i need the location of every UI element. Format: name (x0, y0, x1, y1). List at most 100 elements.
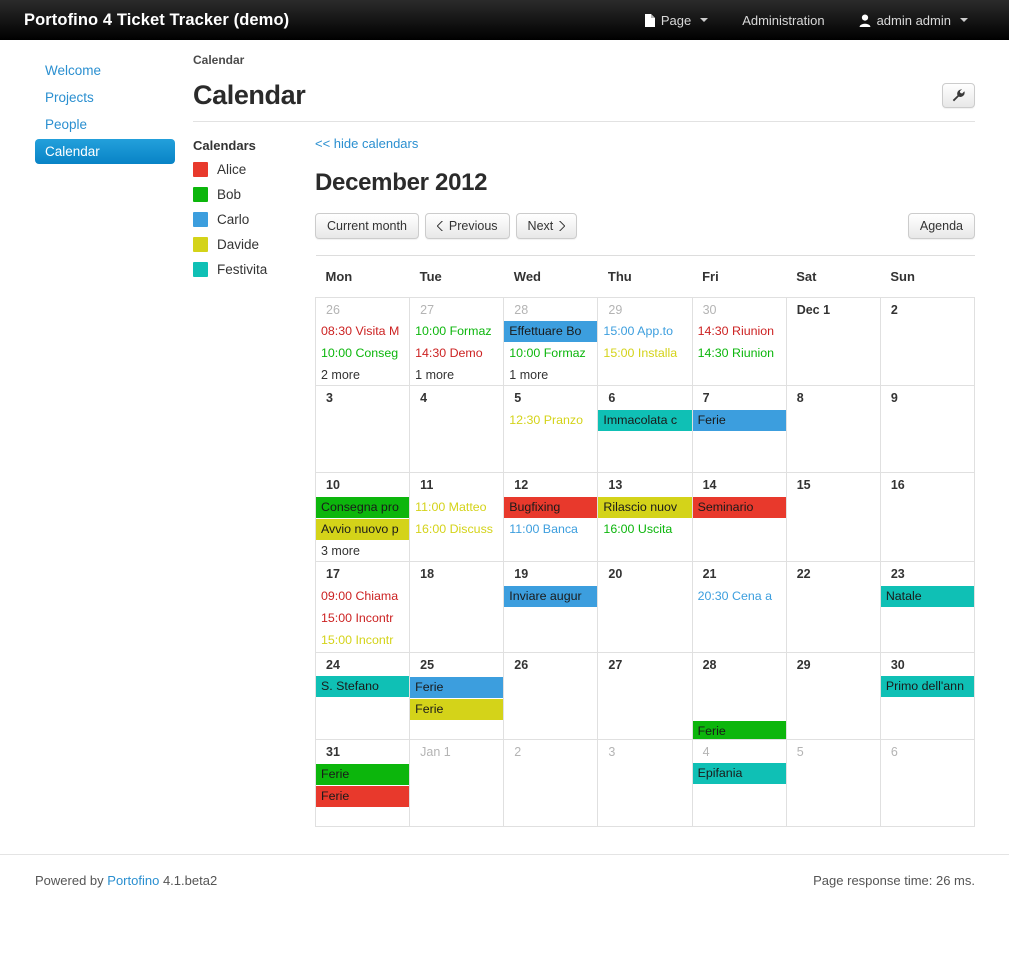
sidebar-item-projects[interactable]: Projects (35, 85, 175, 110)
calendar-day-cell[interactable]: 1111:00 Matteo16:00 Discuss (410, 473, 504, 562)
more-events-link[interactable]: 1 more (504, 365, 597, 385)
calendar-event[interactable]: Epifania (693, 763, 786, 784)
calendar-day-cell[interactable]: 6Immacolata c (598, 386, 692, 473)
calendar-day-cell[interactable]: Jan 1 (410, 739, 504, 826)
calendar-event[interactable]: Primo dell'ann (881, 676, 974, 697)
sidebar-item-people[interactable]: People (35, 112, 175, 137)
calendar-day-cell[interactable]: 2915:00 App.to15:00 Installa (598, 297, 692, 386)
page-settings-button[interactable] (942, 83, 975, 108)
calendar-event[interactable]: Bugfixing (504, 497, 597, 518)
calendar-day-cell[interactable]: 13Rilascio nuov16:00 Uscita (598, 473, 692, 562)
sidebar-item-welcome[interactable]: Welcome (35, 58, 175, 83)
calendar-event[interactable]: 15:00 Incontr (316, 608, 409, 629)
calendar-event[interactable]: 10:00 Conseg (316, 343, 409, 364)
calendar-event[interactable]: 15:00 Installa (598, 343, 691, 364)
calendar-toggle-festivita[interactable]: Festivita (193, 262, 315, 277)
calendar-day-cell[interactable]: 5 (786, 739, 880, 826)
calendar-toggle-alice[interactable]: Alice (193, 162, 315, 177)
calendar-day-cell[interactable]: 20 (598, 561, 692, 652)
calendar-event[interactable]: Consegna pro (316, 497, 409, 518)
hide-calendars-link[interactable]: << hide calendars (315, 136, 418, 151)
calendar-event[interactable]: 12:30 Pranzo (504, 410, 597, 431)
calendar-day-cell[interactable]: 31FerieFerie (316, 739, 410, 826)
calendar-event[interactable]: 08:30 Visita M (316, 321, 409, 342)
calendar-day-cell[interactable]: 27 (598, 652, 692, 739)
calendar-day-cell[interactable]: 22 (786, 561, 880, 652)
calendar-day-cell[interactable]: 7Ferie (692, 386, 786, 473)
calendar-event[interactable]: 15:00 App.to (598, 321, 691, 342)
breadcrumb[interactable]: Calendar (193, 53, 975, 67)
calendar-event[interactable]: Seminario (693, 497, 786, 518)
calendar-event-span[interactable]: Ferie (410, 677, 504, 698)
calendar-event[interactable]: 10:00 Formaz (410, 321, 503, 342)
calendar-day-cell[interactable]: 2 (504, 739, 598, 826)
calendar-day-cell[interactable]: 23Natale (880, 561, 974, 652)
calendar-event[interactable]: Ferie (693, 410, 786, 431)
agenda-view-button[interactable]: Agenda (908, 213, 975, 239)
calendar-day-cell[interactable]: 3014:30 Riunion14:30 Riunion (692, 297, 786, 386)
calendar-toggle-davide[interactable]: Davide (193, 237, 315, 252)
calendar-event[interactable]: 16:00 Discuss (410, 519, 503, 540)
calendar-event[interactable]: Rilascio nuov (598, 497, 691, 518)
calendar-event[interactable]: Avvio nuovo p (316, 519, 409, 540)
calendar-day-cell[interactable]: 10Consegna proAvvio nuovo p3 more (316, 473, 410, 562)
calendar-day-cell[interactable]: 28Effettuare Bo10:00 Formaz1 more (504, 297, 598, 386)
calendar-day-cell[interactable]: 6 (880, 739, 974, 826)
portofino-link[interactable]: Portofino (107, 873, 159, 888)
calendar-day-cell[interactable]: 3 (316, 386, 410, 473)
calendar-day-cell[interactable]: 2608:30 Visita M10:00 Conseg2 more (316, 297, 410, 386)
nav-item-user-menu[interactable]: admin admin (842, 3, 985, 38)
calendar-event[interactable]: 14:30 Riunion (693, 321, 786, 342)
calendar-day-cell[interactable]: 4 (410, 386, 504, 473)
app-brand[interactable]: Portofino 4 Ticket Tracker (demo) (24, 11, 289, 30)
calendar-event[interactable]: 15:00 Incontr (316, 630, 409, 651)
calendar-day-cell[interactable]: 16 (880, 473, 974, 562)
calendar-event-span[interactable]: Ferie (410, 699, 504, 720)
calendar-event[interactable]: Immacolata c (598, 410, 691, 431)
calendar-event[interactable]: 11:00 Banca (504, 519, 597, 540)
calendar-day-cell[interactable]: 28Ferie(continues) (692, 652, 786, 739)
calendar-day-cell[interactable]: Dec 1 (786, 297, 880, 386)
calendar-day-cell[interactable]: 19Inviare augur (504, 561, 598, 652)
calendar-day-cell[interactable]: 2710:00 Formaz14:30 Demo1 more (410, 297, 504, 386)
calendar-event-span[interactable]: Ferie(continues) (693, 721, 787, 740)
calendar-day-cell[interactable]: 2 (880, 297, 974, 386)
calendar-day-cell[interactable]: 3 (598, 739, 692, 826)
calendar-event[interactable]: 10:00 Formaz (504, 343, 597, 364)
calendar-day-cell[interactable]: 512:30 Pranzo (504, 386, 598, 473)
more-events-link[interactable]: 3 more (316, 541, 409, 561)
calendar-day-cell[interactable]: 24S. Stefano (316, 652, 410, 739)
more-events-link[interactable]: 2 more (316, 365, 409, 385)
calendar-event[interactable]: 09:00 Chiama (316, 586, 409, 607)
calendar-day-cell[interactable]: 18 (410, 561, 504, 652)
calendar-event[interactable]: Natale (881, 586, 974, 607)
calendar-day-cell[interactable]: 14Seminario (692, 473, 786, 562)
calendar-event[interactable]: 14:30 Riunion (693, 343, 786, 364)
calendar-day-cell[interactable]: 2120:30 Cena a (692, 561, 786, 652)
calendar-toggle-bob[interactable]: Bob (193, 187, 315, 202)
current-month-button[interactable]: Current month (315, 213, 419, 239)
calendar-day-cell[interactable]: 9 (880, 386, 974, 473)
calendar-event-span[interactable]: Ferie (316, 786, 410, 807)
next-month-button[interactable]: Next (516, 213, 578, 239)
previous-month-button[interactable]: Previous (425, 213, 510, 239)
sidebar-item-calendar[interactable]: Calendar (35, 139, 175, 164)
calendar-day-cell[interactable]: 12Bugfixing11:00 Banca (504, 473, 598, 562)
calendar-day-cell[interactable]: 30Primo dell'ann (880, 652, 974, 739)
calendar-event[interactable]: 20:30 Cena a (693, 586, 786, 607)
nav-item-page[interactable]: Page (627, 3, 725, 38)
calendar-event[interactable]: S. Stefano (316, 676, 409, 697)
calendar-day-cell[interactable]: 15 (786, 473, 880, 562)
calendar-event[interactable]: 14:30 Demo (410, 343, 503, 364)
calendar-day-cell[interactable]: 4Epifania (692, 739, 786, 826)
more-events-link[interactable]: 1 more (410, 365, 503, 385)
calendar-day-cell[interactable]: 26 (504, 652, 598, 739)
nav-item-administration[interactable]: Administration (725, 3, 841, 38)
calendar-day-cell[interactable]: 1709:00 Chiama15:00 Incontr15:00 Incontr (316, 561, 410, 652)
calendar-event[interactable]: Effettuare Bo (504, 321, 597, 342)
calendar-day-cell[interactable]: 29 (786, 652, 880, 739)
calendar-day-cell[interactable]: 8 (786, 386, 880, 473)
calendar-event[interactable]: 16:00 Uscita (598, 519, 691, 540)
calendar-event-span[interactable]: Ferie (316, 764, 410, 785)
calendar-event[interactable]: 11:00 Matteo (410, 497, 503, 518)
